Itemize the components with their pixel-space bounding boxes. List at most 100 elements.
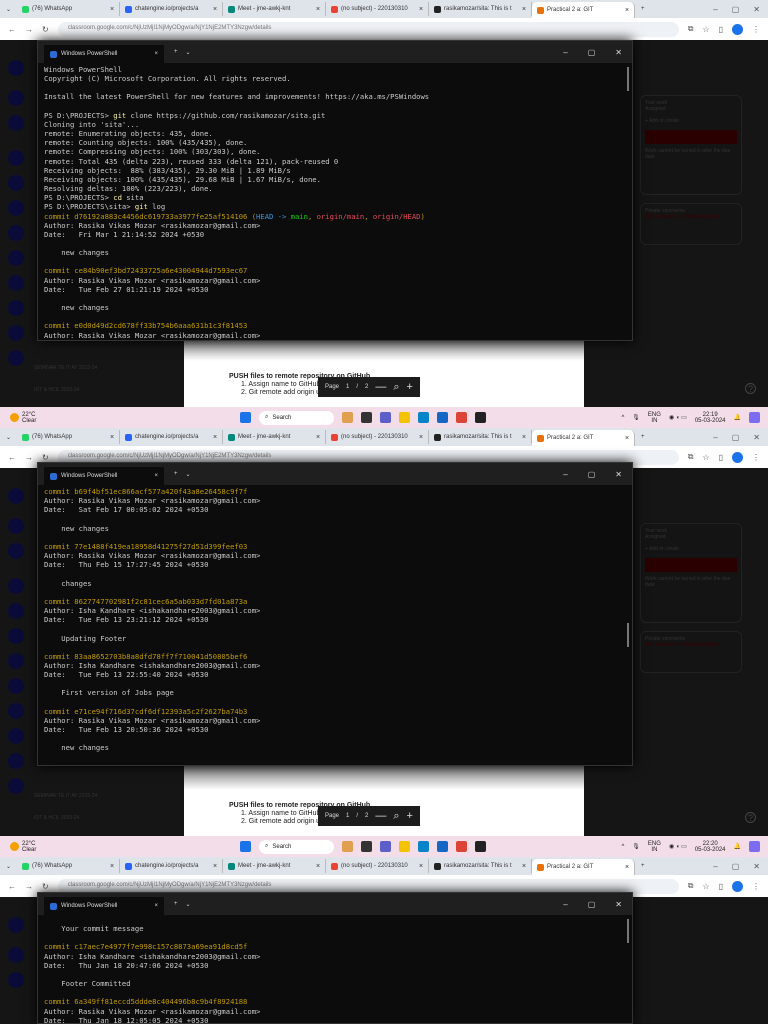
profile-avatar[interactable] [732, 880, 743, 892]
help-icon[interactable]: ? [745, 812, 756, 823]
start-button[interactable] [240, 412, 251, 423]
sidebar-class-icon[interactable] [8, 678, 24, 694]
sidebar-class-icon[interactable] [8, 300, 24, 316]
terminal-icon[interactable] [475, 841, 486, 852]
zoom-in-button[interactable]: + [407, 381, 413, 393]
sidebar-class-icon[interactable] [8, 488, 24, 504]
reload-icon[interactable]: ↻ [42, 882, 49, 891]
terminal-dropdown-icon[interactable]: ⌄ [186, 901, 191, 908]
store-icon[interactable] [437, 841, 448, 852]
sidebar-class-icon[interactable] [8, 60, 24, 76]
close-button[interactable]: ✕ [753, 5, 760, 14]
bookmark-star-icon[interactable]: ☆ [702, 882, 709, 891]
add-or-create-button[interactable]: + Add or create [645, 546, 737, 552]
sidebar-class-icon[interactable] [8, 175, 24, 191]
reload-icon[interactable]: ↻ [42, 453, 49, 462]
zoom-in-button[interactable]: + [407, 810, 413, 822]
browser-tab[interactable]: chatengine.io/projects/a × [120, 430, 224, 444]
tab-close-icon[interactable]: × [522, 6, 526, 13]
new-terminal-tab-button[interactable]: + [174, 471, 178, 477]
language-indicator[interactable]: ENG IN [648, 412, 661, 424]
wifi-volume-battery-icons[interactable]: ◉ ◖ ▭ [669, 414, 687, 421]
tab-close-icon[interactable]: × [213, 434, 217, 441]
notification-bell-icon[interactable]: 🔔 [734, 843, 741, 850]
tab-close-icon[interactable]: × [625, 7, 629, 14]
zoom-out-button[interactable]: — [375, 381, 386, 393]
tab-close-icon[interactable]: × [316, 863, 320, 870]
close-button[interactable]: ✕ [753, 433, 760, 442]
terminal-output[interactable]: commit b69f4bf51ec866acf577a420f43a8e264… [38, 485, 632, 755]
tab-close-icon[interactable]: × [625, 435, 629, 442]
terminal-minimize-button[interactable]: – [563, 900, 567, 909]
tab-close-icon[interactable]: × [419, 6, 423, 13]
terminal-close-button[interactable]: ✕ [615, 470, 622, 479]
mic-icon[interactable]: 🎙 [632, 843, 640, 850]
task-view-icon[interactable] [361, 841, 372, 852]
tab-close-icon[interactable]: × [110, 6, 114, 13]
tab-close-icon[interactable]: × [522, 863, 526, 870]
edge-icon[interactable] [418, 841, 429, 852]
sidebar-class-icon[interactable] [8, 972, 24, 988]
bookmark-star-icon[interactable]: ☆ [702, 25, 709, 34]
terminal-tab-close-icon[interactable]: × [154, 473, 158, 479]
zoom-fit-icon[interactable]: ⌕ [393, 810, 399, 823]
forward-icon[interactable]: → [25, 453, 33, 462]
bookmark-star-icon[interactable]: ☆ [702, 453, 709, 462]
terminal-tab-close-icon[interactable]: × [154, 903, 158, 909]
file-explorer-icon[interactable] [399, 841, 410, 852]
copilot-icon[interactable] [749, 412, 760, 423]
sidebar-class-icon[interactable] [8, 350, 24, 366]
terminal-output[interactable]: Windows PowerShell Copyright (C) Microsof… [38, 63, 632, 342]
sidebar-class-label[interactable]: IOT & HCIL 2023-24 [34, 815, 79, 821]
teams-icon[interactable] [380, 412, 391, 423]
add-comment-link[interactable]: Add comment to Shubhangi Ghle [645, 642, 737, 648]
tray-overflow-icon[interactable]: ^ [621, 415, 624, 421]
maximize-button[interactable]: ▢ [732, 5, 740, 14]
profile-avatar[interactable] [732, 451, 743, 463]
minimize-button[interactable]: – [713, 433, 717, 442]
add-or-create-button[interactable]: + Add or create [645, 118, 737, 124]
install-icon[interactable]: ⧉ [688, 881, 694, 891]
edge-icon[interactable] [418, 412, 429, 423]
sidebar-class-icon[interactable] [8, 778, 24, 794]
new-tab-button[interactable]: + [635, 434, 651, 440]
sidepanel-icon[interactable]: ▯ [719, 453, 723, 462]
tab-close-icon[interactable]: × [316, 6, 320, 13]
reload-icon[interactable]: ↻ [42, 25, 49, 34]
terminal-output[interactable]: Your commit message commit c17aec7e4977f… [38, 915, 632, 1024]
help-icon[interactable]: ? [745, 383, 756, 394]
sidebar-class-icon[interactable] [8, 703, 24, 719]
terminal-minimize-button[interactable]: – [563, 470, 567, 479]
sidebar-class-icon[interactable] [8, 325, 24, 341]
terminal-scrollbar[interactable] [627, 67, 629, 91]
maximize-button[interactable]: ▢ [732, 433, 740, 442]
terminal-maximize-button[interactable]: ▢ [588, 470, 596, 479]
browser-tab[interactable]: (no subject) - 220130310 × [326, 430, 430, 444]
sidepanel-icon[interactable]: ▯ [719, 882, 723, 891]
browser-tab[interactable]: rasikamozar/sita: This is t × [429, 859, 533, 873]
taskbar-search[interactable]: ⌕ Search [259, 410, 334, 425]
profile-avatar[interactable] [732, 23, 743, 35]
new-terminal-tab-button[interactable]: + [174, 49, 178, 55]
minimize-button[interactable]: – [713, 5, 717, 14]
sidebar-class-icon[interactable] [8, 753, 24, 769]
menu-kebab-icon[interactable]: ⋮ [752, 882, 760, 891]
mark-done-button[interactable] [645, 130, 737, 144]
browser-tab[interactable]: Practical 2 a: GIT × [532, 430, 636, 446]
store-icon[interactable] [437, 412, 448, 423]
tab-close-icon[interactable]: × [522, 434, 526, 441]
url-input[interactable]: classroom.google.com/c/NjUzMjI1NjMyODgw/… [57, 21, 679, 37]
new-tab-button[interactable]: + [635, 863, 651, 869]
tab-close-icon[interactable]: × [625, 864, 629, 871]
sidebar-class-icon[interactable] [8, 947, 24, 963]
browser-tab[interactable]: (76) WhatsApp × [17, 859, 121, 873]
terminal-maximize-button[interactable]: ▢ [588, 900, 596, 909]
install-icon[interactable]: ⧉ [688, 24, 694, 34]
terminal-icon[interactable] [475, 412, 486, 423]
back-icon[interactable]: ← [8, 453, 16, 462]
sidebar-class-icon[interactable] [8, 543, 24, 559]
sidebar-class-icon[interactable] [8, 115, 24, 131]
terminal-tab[interactable]: Windows PowerShell × [44, 45, 164, 63]
taskbar-search[interactable]: ⌕ Search [259, 839, 334, 854]
browser-tab[interactable]: Meet - jme-awkj-knt × [223, 859, 327, 873]
